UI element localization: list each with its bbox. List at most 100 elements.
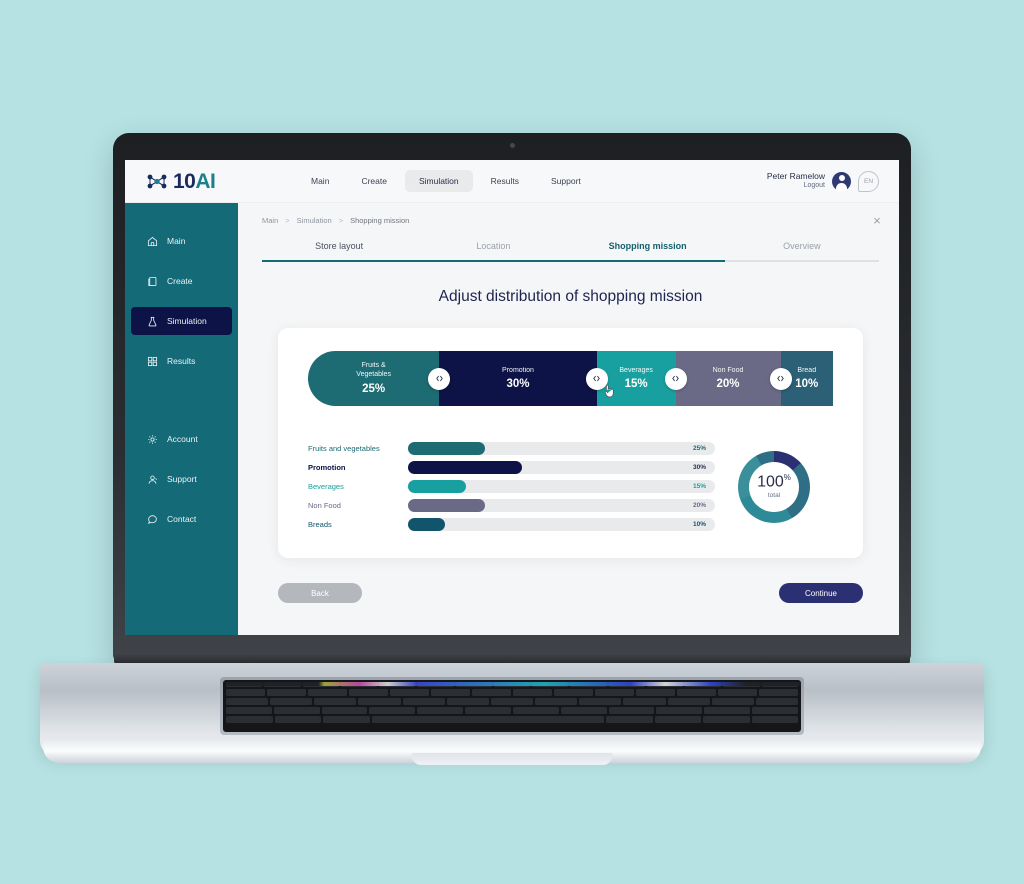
topnav-item-main[interactable]: Main [297, 170, 343, 192]
sidebar: Main Create Simulation Results Account S… [125, 203, 238, 635]
bar-value: 20% [692, 501, 706, 509]
sidebar-item-label: Results [167, 356, 196, 366]
segment-non-food[interactable]: Non Food 20% [675, 351, 781, 406]
bar-value: 15% [692, 482, 706, 490]
step-progress-fill [262, 260, 725, 262]
network-nodes-icon [147, 174, 167, 188]
topnav-item-create[interactable]: Create [347, 170, 401, 192]
segment-handle-3[interactable] [664, 367, 687, 390]
segment-value: 25% [362, 382, 386, 395]
tab-overview[interactable]: Overview [725, 241, 879, 260]
keyboard-row [223, 707, 801, 714]
bar-label: Promotion [308, 462, 346, 472]
keyboard-row [223, 698, 801, 705]
sidebar-item-contact[interactable]: Contact [131, 505, 232, 533]
bar-list: Fruits and vegetables 25% Promotion 30% … [308, 439, 715, 534]
segment-value: 30% [506, 378, 530, 391]
bar-label: Beverages [308, 481, 344, 491]
bar-fill [408, 460, 522, 474]
mouse-pointer-icon [604, 384, 614, 398]
top-bar: 10AI Main Create Simulation Results Supp… [125, 160, 899, 203]
sidebar-item-label: Main [167, 236, 186, 246]
bar-track[interactable]: 25% [408, 441, 715, 455]
segment-label: Non Food [712, 366, 744, 374]
bar-track[interactable]: 15% [408, 479, 715, 493]
segment-handle-4[interactable] [769, 367, 792, 390]
donut-total-number: 100 [757, 473, 784, 491]
bar-label: Non Food [308, 500, 341, 510]
close-icon[interactable]: × [869, 213, 885, 229]
bar-track[interactable]: 20% [408, 498, 715, 512]
tab-store-layout[interactable]: Store layout [262, 241, 416, 260]
support-agent-icon [147, 474, 158, 485]
grid-icon [147, 356, 158, 367]
logo-text-ai: AI [195, 169, 216, 193]
step-tabs: Store layout Location Shopping mission O… [262, 241, 879, 260]
tab-shopping-mission[interactable]: Shopping mission [571, 241, 725, 260]
bar-fill [408, 498, 485, 512]
screenshot-root: 10AI Main Create Simulation Results Supp… [0, 0, 1024, 884]
sidebar-item-create[interactable]: Create [131, 267, 232, 295]
topnav-item-results[interactable]: Results [477, 170, 533, 192]
bar-value: 10% [692, 520, 706, 528]
bar-track[interactable]: 10% [408, 517, 715, 531]
breadcrumb-item-main[interactable]: Main [262, 216, 278, 225]
sidebar-item-support[interactable]: Support [131, 465, 232, 493]
breadcrumb-separator: > [285, 215, 290, 225]
flask-icon [147, 316, 158, 327]
bar-row: Promotion 30% [308, 458, 715, 476]
bar-label: Fruits and vegetables [308, 443, 380, 453]
user-text: Peter Ramelow Logout [767, 171, 825, 190]
bar-fill [408, 517, 445, 531]
user-name: Peter Ramelow [766, 171, 825, 182]
copy-icon [147, 276, 158, 287]
breadcrumb-item-simulation[interactable]: Simulation [297, 216, 332, 225]
segment-label: Fruits & Vegetables [356, 362, 391, 378]
avatar[interactable] [832, 171, 851, 191]
segment-promotion[interactable]: Promotion 30% [439, 351, 597, 406]
main-content: Main > Simulation > Shopping mission × S… [238, 203, 899, 635]
breadcrumb-item-shopping-mission: Shopping mission [350, 215, 410, 225]
bar-value: 25% [692, 444, 706, 452]
segment-label: Promotion [502, 366, 534, 374]
bar-row: Breads 10% [308, 515, 715, 533]
total-donut-wrapper: 100% total [715, 450, 833, 523]
step-progress-track [262, 260, 879, 262]
action-buttons: Back Continue [278, 583, 863, 603]
donut-center: 100% total [749, 461, 799, 512]
segment-label: Bread [797, 366, 817, 374]
continue-button[interactable]: Continue [779, 583, 863, 603]
segment-handle-1[interactable] [428, 367, 451, 390]
chat-bubble-icon [147, 514, 158, 525]
webcam-icon [509, 143, 515, 148]
sidebar-item-simulation[interactable]: Simulation [131, 307, 232, 335]
topnav-item-simulation[interactable]: Simulation [404, 170, 473, 192]
app-logo[interactable]: 10AI [125, 171, 270, 192]
sidebar-item-label: Support [167, 474, 197, 484]
sidebar-item-account[interactable]: Account [131, 425, 232, 453]
bar-row: Non Food 20% [308, 496, 715, 514]
sidebar-item-results[interactable]: Results [131, 347, 232, 375]
segment-value: 15% [624, 378, 648, 391]
breadcrumb-separator: > [338, 215, 344, 225]
back-button[interactable]: Back [278, 583, 362, 603]
bar-track[interactable]: 30% [408, 460, 715, 474]
distribution-slider[interactable]: Fruits & Vegetables 25% Promotion 30% Be… [308, 351, 833, 406]
segment-fruits-vegetables[interactable]: Fruits & Vegetables 25% [308, 351, 440, 406]
sidebar-item-label: Create [167, 276, 193, 286]
home-icon [147, 236, 158, 247]
keyboard-well [220, 677, 804, 735]
sidebar-item-main[interactable]: Main [131, 227, 232, 255]
laptop-screen: 10AI Main Create Simulation Results Supp… [125, 160, 899, 635]
keyboard-backlight-strip [226, 682, 801, 686]
distribution-card: Fruits & Vegetables 25% Promotion 30% Be… [278, 328, 863, 558]
keyboard-row [223, 716, 801, 723]
topnav-item-support[interactable]: Support [537, 170, 595, 192]
bar-label: Breads [308, 519, 332, 529]
logout-link[interactable]: Logout [767, 182, 825, 191]
sidebar-item-label: Contact [167, 514, 197, 524]
tab-location[interactable]: Location [416, 241, 570, 260]
language-selector[interactable]: EN [858, 170, 879, 192]
page-title: Adjust distribution of shopping mission [438, 288, 703, 305]
bar-fill [408, 479, 467, 493]
